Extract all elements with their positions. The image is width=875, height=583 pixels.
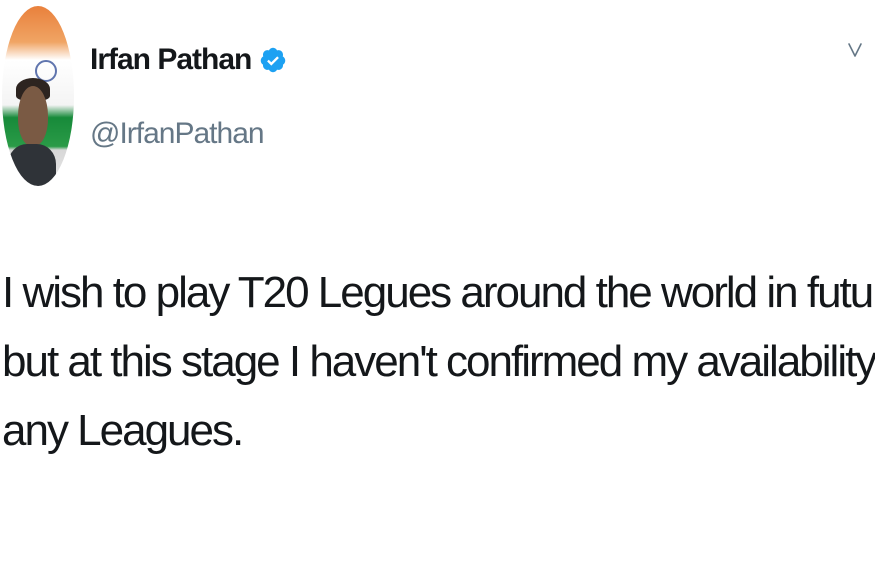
tweet-card: Irfan Pathan @IrfanPathan I wish to play…	[0, 0, 875, 583]
avatar[interactable]	[2, 6, 74, 186]
author-name-row[interactable]: Irfan Pathan	[90, 40, 287, 80]
avatar-shirt	[8, 144, 56, 186]
tweet-text: I wish to play T20 Legues around the wor…	[2, 258, 875, 465]
tweet-text-line: any Leagues.	[2, 406, 244, 455]
avatar-face	[18, 86, 48, 146]
tweet-text-line: but at this stage I haven't confirmed my…	[2, 337, 875, 386]
chevron-down-icon[interactable]	[843, 38, 867, 62]
author-handle[interactable]: @IrfanPathan	[90, 114, 265, 154]
tweet-text-line: I wish to play T20 Legues around the wor…	[2, 268, 875, 317]
avatar-photo	[2, 6, 74, 186]
author-display-name[interactable]: Irfan Pathan	[90, 40, 252, 80]
verified-badge-icon	[261, 47, 286, 73]
